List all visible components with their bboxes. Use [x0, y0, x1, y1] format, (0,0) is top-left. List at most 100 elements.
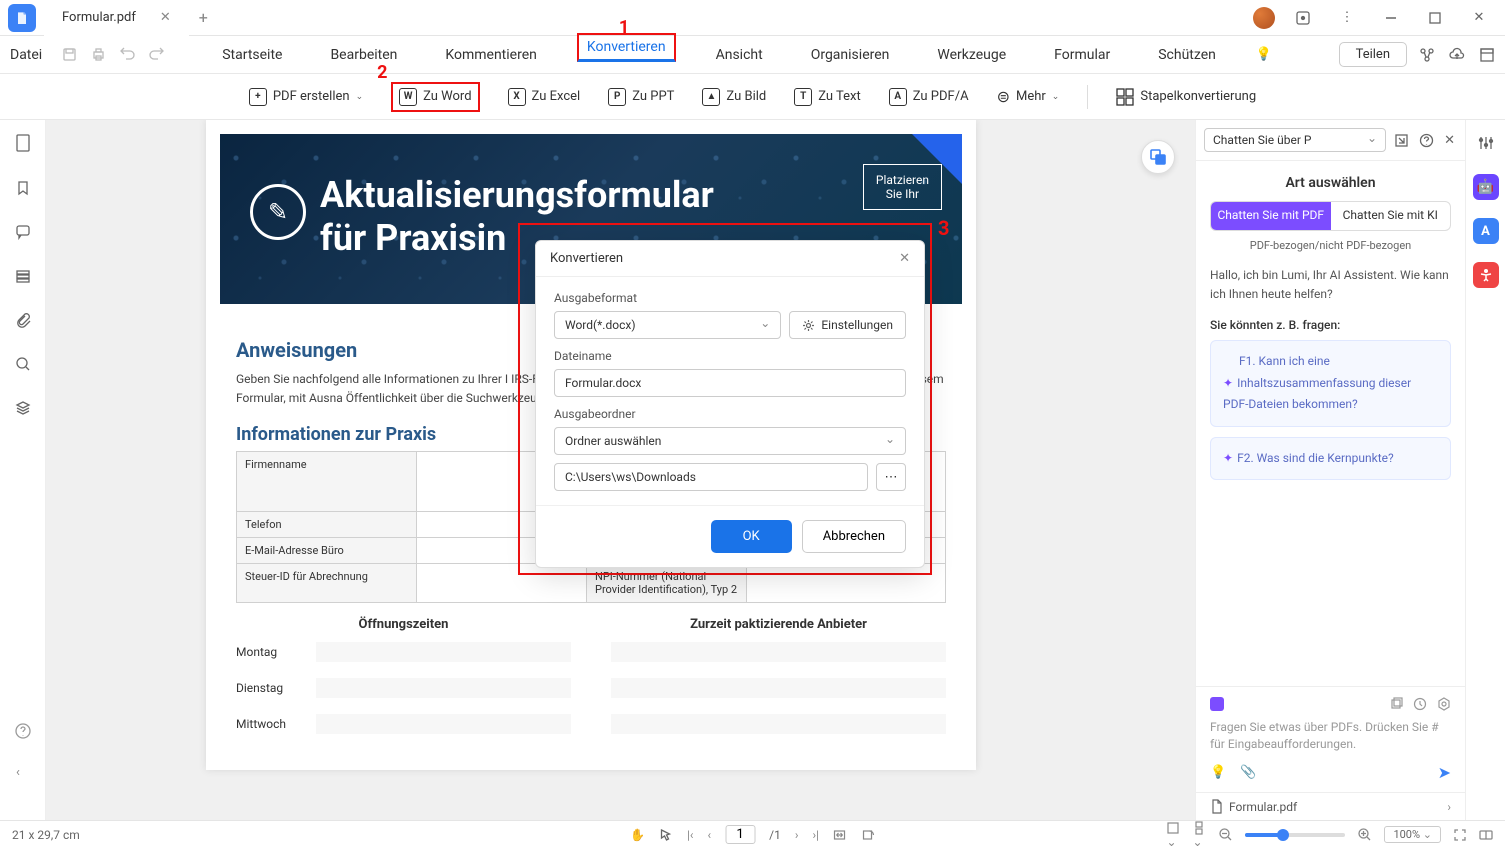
more-button[interactable]: ⊜ Mehr⌄	[997, 87, 1060, 106]
help-panel-icon[interactable]	[1417, 131, 1436, 150]
to-ppt-button[interactable]: P Zu PPT	[608, 88, 674, 106]
settings-small-icon[interactable]	[1437, 697, 1451, 711]
tab-chat-ai[interactable]: Chatten Sie mit KI	[1331, 202, 1451, 230]
cancel-button[interactable]: Abbrechen	[802, 520, 906, 553]
lightbulb-icon[interactable]: 💡	[1256, 39, 1272, 71]
to-text-button[interactable]: T Zu Text	[794, 88, 861, 106]
tab-ansicht[interactable]: Ansicht	[708, 39, 771, 71]
expand-panel-icon[interactable]	[1392, 131, 1411, 150]
suggestion-2[interactable]: ✦F2. Was sind die Kernpunkte?	[1210, 437, 1451, 481]
view-mode-icon[interactable]: ⌄	[1166, 821, 1180, 849]
bookmark-icon[interactable]	[15, 180, 31, 196]
print-icon[interactable]	[91, 47, 106, 62]
first-page-icon[interactable]: |‹	[687, 828, 694, 842]
scroll-mode-icon[interactable]: ⌄	[1192, 821, 1206, 849]
zoom-value[interactable]: 100%	[1384, 826, 1441, 843]
folder-label: Ausgabeordner	[554, 407, 906, 421]
attached-file[interactable]: Formular.pdf ›	[1196, 792, 1465, 820]
tab-schuetzen[interactable]: Schützen	[1150, 39, 1224, 71]
to-word-button[interactable]: W Zu Word	[391, 82, 479, 112]
input-box[interactable]	[316, 678, 571, 698]
redo-icon[interactable]	[149, 47, 164, 62]
close-window-icon[interactable]: ✕	[1463, 2, 1495, 34]
last-page-icon[interactable]: ›|	[812, 828, 819, 842]
attachment-icon[interactable]	[15, 312, 31, 328]
zoom-out-icon[interactable]	[1218, 827, 1233, 842]
input-box[interactable]	[611, 642, 946, 662]
tab-startseite[interactable]: Startseite	[214, 39, 290, 71]
search-icon[interactable]	[15, 356, 31, 372]
input-box[interactable]	[316, 642, 571, 662]
to-image-button[interactable]: ▲ Zu Bild	[702, 88, 766, 106]
create-pdf-button[interactable]: + PDF erstellen⌄	[249, 88, 363, 106]
fullscreen-icon[interactable]	[1453, 828, 1467, 842]
layers-icon[interactable]	[15, 268, 31, 284]
user-avatar[interactable]	[1253, 7, 1275, 29]
thumbnail-icon[interactable]	[15, 134, 31, 152]
sliders-icon[interactable]	[1473, 130, 1499, 156]
add-tab-button[interactable]: +	[189, 8, 218, 27]
folder-select[interactable]: Ordner auswählen	[554, 427, 906, 455]
tab-konvertieren[interactable]: Konvertieren	[577, 33, 676, 62]
stack-icon[interactable]	[15, 400, 31, 416]
maximize-icon[interactable]	[1419, 2, 1451, 34]
copy-icon[interactable]	[1389, 697, 1403, 711]
input-box[interactable]	[611, 714, 946, 734]
suggestion-1[interactable]: F1. Kann ich eine ✦Inhaltszusammenfassun…	[1210, 340, 1451, 427]
to-pdfa-button[interactable]: A Zu PDF/A	[889, 88, 969, 106]
reading-mode-icon[interactable]	[1479, 828, 1493, 842]
to-excel-button[interactable]: X Zu Excel	[508, 88, 581, 106]
input-box[interactable]	[316, 714, 571, 734]
tab-kommentieren[interactable]: Kommentieren	[437, 39, 544, 71]
ok-button[interactable]: OK	[711, 520, 792, 553]
history-icon[interactable]	[1413, 697, 1427, 711]
floating-convert-icon[interactable]: W	[1141, 140, 1175, 174]
accessibility-icon[interactable]	[1473, 262, 1499, 288]
notification-icon[interactable]	[1287, 2, 1319, 34]
next-page-icon[interactable]: ›	[795, 828, 799, 842]
expand-icon[interactable]	[1479, 47, 1495, 63]
save-icon[interactable]	[62, 47, 77, 62]
minimize-icon[interactable]	[1375, 2, 1407, 34]
tab-bearbeiten[interactable]: Bearbeiten	[322, 39, 405, 71]
undo-icon[interactable]	[120, 47, 135, 62]
folder-path-input[interactable]: C:\Users\ws\Downloads	[554, 463, 868, 491]
expand-file-icon[interactable]: ›	[1447, 800, 1451, 814]
tab-organisieren[interactable]: Organisieren	[803, 39, 898, 71]
comment-icon[interactable]	[15, 224, 31, 240]
close-tab-icon[interactable]: ✕	[160, 10, 171, 25]
filename-input[interactable]: Formular.docx	[554, 369, 906, 397]
rotate-icon[interactable]	[861, 828, 875, 842]
ai-robot-icon[interactable]: 🤖	[1473, 174, 1499, 200]
zoom-in-icon[interactable]	[1357, 827, 1372, 842]
hand-tool-icon[interactable]: ✋	[630, 828, 645, 842]
lightbulb-input-icon[interactable]: 💡	[1210, 765, 1226, 780]
chat-context-selector[interactable]: Chatten Sie über P	[1204, 128, 1386, 152]
file-menu[interactable]: Datei	[10, 47, 42, 63]
send-icon[interactable]: ➤	[1438, 763, 1451, 782]
translate-icon[interactable]: A	[1473, 218, 1499, 244]
attach-input-icon[interactable]: 📎	[1240, 765, 1256, 780]
cloud-upload-icon[interactable]	[1449, 47, 1465, 63]
select-tool-icon[interactable]	[659, 828, 673, 842]
page-input[interactable]	[725, 825, 755, 844]
fit-width-icon[interactable]	[833, 828, 847, 842]
format-select[interactable]: Word(*.docx)	[554, 311, 781, 339]
close-panel-icon[interactable]: ✕	[1442, 131, 1457, 150]
kebab-menu-icon[interactable]: ⋮	[1331, 2, 1363, 34]
tab-formular[interactable]: Formular	[1046, 39, 1118, 71]
browse-button[interactable]: ⋯	[876, 463, 906, 491]
zoom-slider[interactable]	[1245, 833, 1345, 837]
settings-button[interactable]: Einstellungen	[789, 311, 906, 339]
collapse-sidebar-icon[interactable]: ‹	[16, 765, 20, 780]
dialog-close-icon[interactable]: ✕	[899, 251, 910, 266]
prev-page-icon[interactable]: ‹	[708, 828, 712, 842]
input-box[interactable]	[611, 678, 946, 698]
batch-convert-button[interactable]: Stapelkonvertierung	[1116, 88, 1256, 106]
tab-chat-pdf[interactable]: Chatten Sie mit PDF	[1211, 202, 1331, 230]
help-icon[interactable]	[14, 722, 32, 740]
connect-icon[interactable]	[1419, 47, 1435, 63]
share-button[interactable]: Teilen	[1339, 42, 1407, 67]
tab-werkzeuge[interactable]: Werkzeuge	[929, 39, 1014, 71]
document-tab[interactable]: Formular.pdf ✕	[44, 0, 189, 36]
